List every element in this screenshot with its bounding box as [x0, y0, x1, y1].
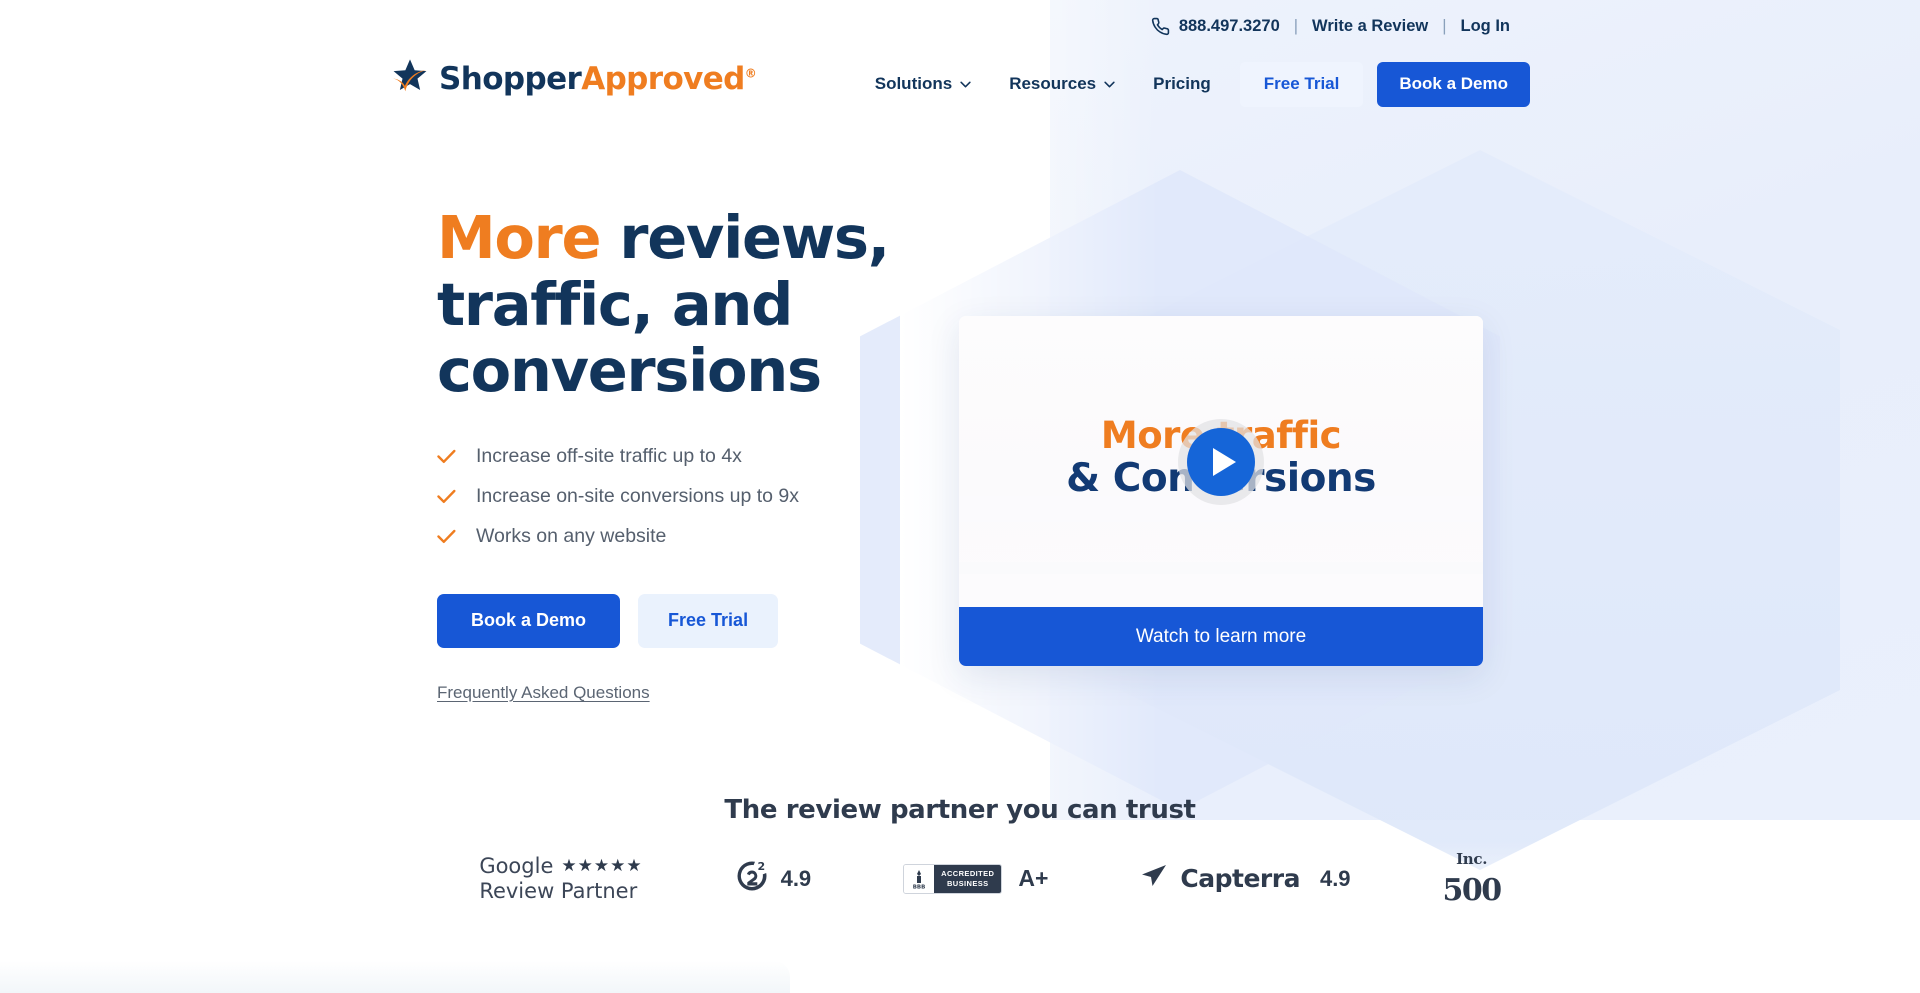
- hero-cta-row: Book a Demo Free Trial: [437, 593, 997, 648]
- badge-capterra: Capterra 4.9: [1140, 863, 1351, 894]
- badge-bbb-accredited: BBB ACCREDITED BUSINESS A+: [903, 863, 1049, 894]
- utility-bar: 888.497.3270 | Write a Review | Log In: [0, 0, 1920, 52]
- logo-word-shopper: Shopper: [439, 61, 582, 97]
- bullet-label: Increase on-site conversions up to 9x: [476, 484, 800, 507]
- nav-item-resources[interactable]: Resources: [990, 54, 1134, 114]
- bg-bottom-band: [0, 961, 790, 993]
- chevron-down-icon: [960, 81, 971, 88]
- capterra-wordmark: Capterra: [1180, 864, 1300, 894]
- bbb-line-1: ACCREDITED: [941, 869, 995, 879]
- google-review-partner-label: Review Partner: [479, 878, 638, 903]
- phone-icon: [1151, 17, 1170, 36]
- g2-icon: 2: [735, 859, 769, 898]
- nav-item-resources-label: Resources: [1009, 74, 1097, 93]
- phone-number: 888.497.3270: [1178, 16, 1280, 35]
- phone-link[interactable]: 888.497.3270: [1151, 17, 1280, 36]
- svg-text:2: 2: [757, 860, 765, 873]
- hero-bullet-list: Increase off-site traffic up to 4x Incre…: [437, 445, 997, 548]
- logo-registered-mark: ®: [744, 66, 757, 81]
- bbb-icon: BBB ACCREDITED BUSINESS: [903, 863, 1003, 894]
- nav-item-pricing-label: Pricing: [1153, 74, 1211, 93]
- nav-item-solutions[interactable]: Solutions: [856, 54, 990, 114]
- bbb-grade: A+: [1018, 865, 1049, 892]
- bullet-label: Works on any website: [476, 524, 667, 547]
- utility-divider-2: |: [1442, 16, 1447, 35]
- check-icon: [437, 529, 456, 544]
- logo-word-approved: Approved: [581, 61, 745, 97]
- nav-item-solutions-label: Solutions: [874, 74, 953, 93]
- google-wordmark: Google: [479, 854, 554, 879]
- trust-badge-row: Google ★★★★★ Review Partner 2 4.9 BBB AC…: [0, 850, 1920, 909]
- main-navigation: Solutions Resources Pricing Free Trial B…: [856, 54, 1530, 114]
- thumb-band-2: [959, 562, 1483, 574]
- nav-free-trial-button[interactable]: Free Trial: [1239, 61, 1364, 107]
- chevron-down-icon: [1104, 81, 1115, 88]
- hero-content: More reviews, traffic, and conversions I…: [437, 203, 997, 703]
- play-button[interactable]: [1178, 418, 1264, 505]
- trust-title: The review partner you can trust: [724, 795, 1196, 825]
- list-item: Increase on-site conversions up to 9x: [437, 485, 997, 508]
- star-rating-icon: ★★★★★: [561, 856, 643, 876]
- star-swoosh-icon: [388, 58, 432, 100]
- inc-500-bottom: 500: [1442, 873, 1503, 909]
- inc-500-top: Inc.: [1456, 850, 1488, 868]
- faq-link[interactable]: Frequently Asked Questions: [437, 683, 650, 703]
- logo-link[interactable]: ShopperApproved®: [388, 58, 757, 100]
- bbb-line-2: BUSINESS: [946, 878, 989, 888]
- badge-g2: 2 4.9: [735, 859, 812, 898]
- logo-wordmark: ShopperApproved®: [439, 61, 757, 97]
- book-a-demo-button[interactable]: Book a Demo: [437, 593, 621, 648]
- bbb-torch-mark: BBB: [904, 864, 935, 893]
- capterra-icon: [1140, 863, 1168, 894]
- page-title: More reviews, traffic, and conversions: [437, 203, 997, 405]
- list-item: Works on any website: [437, 525, 997, 548]
- bullet-label: Increase off-site traffic up to 4x: [476, 444, 742, 467]
- utility-divider-1: |: [1293, 16, 1299, 35]
- svg-text:BBB: BBB: [913, 884, 926, 889]
- watch-to-learn-more-button[interactable]: Watch to learn more: [959, 607, 1483, 666]
- trust-section: The review partner you can trust Google …: [0, 795, 1920, 909]
- play-triangle: [1213, 447, 1236, 476]
- hero-title-accent: More: [437, 203, 601, 272]
- capterra-score: 4.9: [1319, 865, 1351, 891]
- log-in-link[interactable]: Log In: [1461, 17, 1510, 36]
- nav-book-a-demo-button[interactable]: Book a Demo: [1377, 61, 1530, 107]
- nav-item-pricing[interactable]: Pricing: [1134, 54, 1230, 114]
- check-icon: [437, 489, 456, 504]
- play-icon: [1187, 427, 1255, 496]
- g2-score: 4.9: [780, 865, 812, 891]
- list-item: Increase off-site traffic up to 4x: [437, 445, 997, 468]
- video-thumbnail[interactable]: More traffic & Conversions: [959, 316, 1483, 607]
- free-trial-button[interactable]: Free Trial: [638, 593, 779, 648]
- video-card: More traffic & Conversions Watch to lear…: [959, 316, 1483, 666]
- page-root: 888.497.3270 | Write a Review | Log In S…: [0, 0, 1920, 993]
- site-header: ShopperApproved® Solutions Resources Pri…: [0, 52, 1920, 120]
- write-a-review-link[interactable]: Write a Review: [1312, 17, 1428, 36]
- check-icon: [437, 449, 456, 464]
- badge-inc-500: Inc. 500: [1442, 850, 1503, 909]
- badge-google-review-partner: Google ★★★★★ Review Partner: [479, 854, 642, 904]
